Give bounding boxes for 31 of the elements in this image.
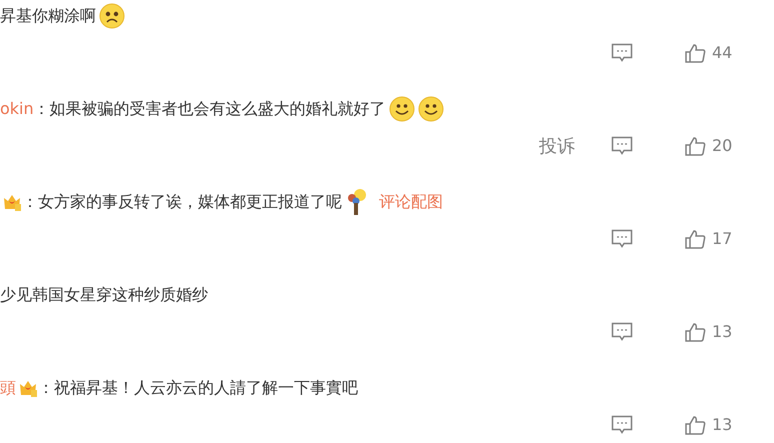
like-count: 20	[712, 135, 734, 157]
colon-text: ：	[22, 191, 38, 213]
comment-text: 女方家的事反转了诶，媒体都更正报道了呢	[38, 191, 342, 213]
report-link[interactable]: 投诉	[539, 132, 575, 160]
like-count: 13	[712, 321, 734, 343]
thumbs-up-icon[interactable]	[685, 415, 706, 435]
comment-icon[interactable]	[611, 43, 633, 63]
username-link[interactable]: okin	[0, 97, 34, 121]
colon-text: ：	[38, 377, 54, 399]
comment-icon[interactable]	[611, 322, 633, 342]
smile-face-icon	[418, 96, 444, 122]
comment-text: 祝福昇基！人云亦云的人請了解一下事實吧	[54, 377, 358, 399]
comment-text: 少见韩国女星穿这种纱质婚纱	[0, 284, 208, 306]
colon-text: ：	[34, 98, 50, 120]
thumbs-up-icon[interactable]	[685, 229, 706, 249]
sad-face-icon	[99, 3, 125, 29]
comment-icon[interactable]	[611, 136, 633, 156]
thumbs-up-icon[interactable]	[685, 43, 706, 63]
comment-text: 如果被骗的受害者也会有这么盛大的婚礼就好了	[50, 98, 386, 120]
like-count: 13	[712, 414, 734, 436]
smile-face-icon	[388, 96, 415, 122]
comment-icon[interactable]	[611, 229, 633, 249]
username-link[interactable]: 頭	[0, 376, 16, 400]
balloon-figure-icon	[345, 188, 369, 216]
like-count: 17	[712, 228, 734, 250]
comment-text: 昇基你糊涂啊	[0, 5, 96, 27]
comment-image-link[interactable]: 评论配图	[379, 190, 443, 214]
like-count: 44	[712, 42, 734, 64]
comment-icon[interactable]	[611, 415, 633, 435]
thumbs-up-icon[interactable]	[685, 322, 706, 342]
thumbs-up-icon[interactable]	[685, 136, 706, 156]
